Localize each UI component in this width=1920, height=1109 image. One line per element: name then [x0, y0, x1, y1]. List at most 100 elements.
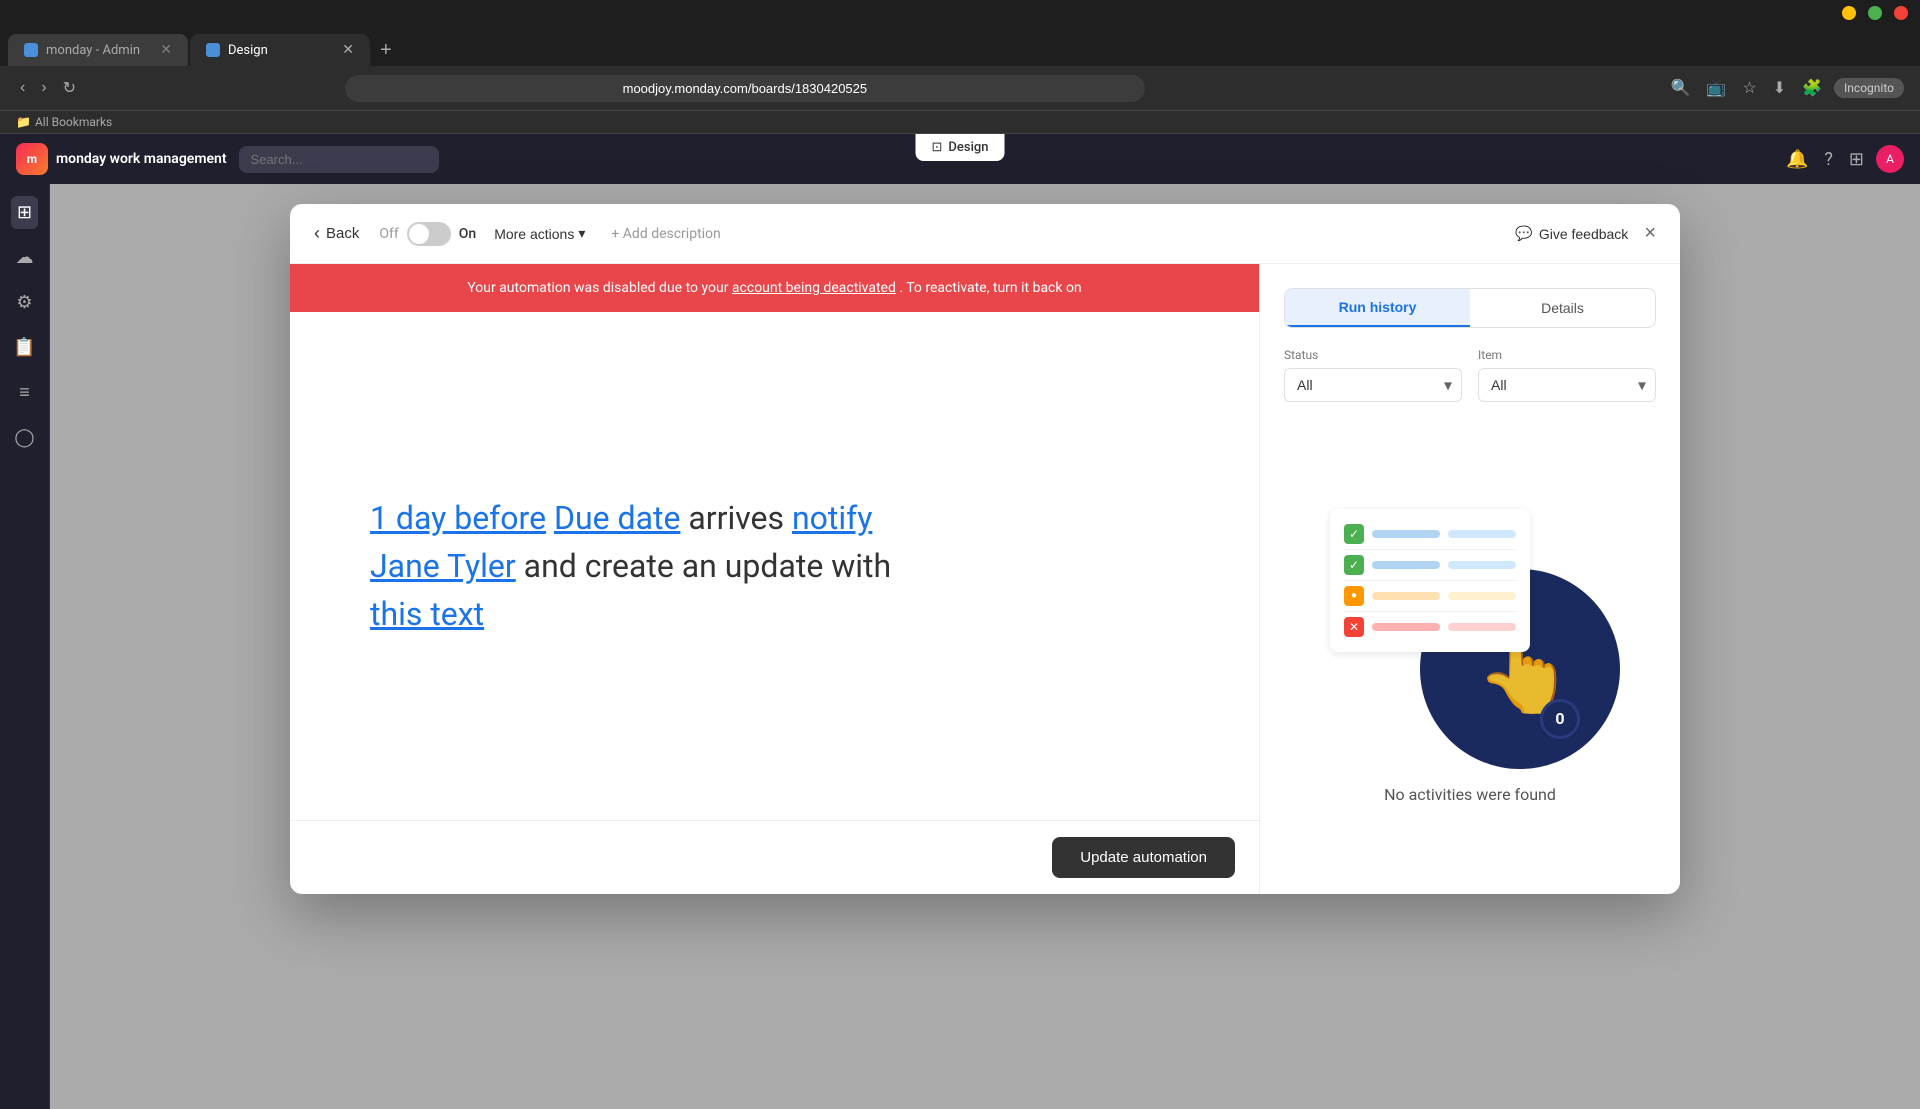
toggle-off-label: Off [379, 226, 398, 242]
apps-icon[interactable]: ⊞ [1845, 145, 1868, 174]
tab-admin-label: monday - Admin [46, 43, 140, 58]
modal-header: ‹ Back Off On More actions ▾ + [290, 204, 1680, 264]
list-bar-8 [1448, 623, 1516, 631]
bookmarks-folder-icon: 📁 [16, 115, 31, 129]
zero-badge: 0 [1540, 699, 1580, 739]
help-icon[interactable]: ? [1820, 145, 1837, 174]
url-input[interactable] [345, 75, 1145, 102]
item-label: Item [1478, 348, 1656, 362]
star-icon-2: ✦ [1607, 609, 1615, 620]
tab-admin[interactable]: monday - Admin ✕ [8, 34, 188, 66]
no-activities-label: No activities were found [1384, 785, 1556, 804]
toggle-knob [409, 224, 429, 244]
toggle-on-label: On [459, 226, 476, 242]
list-bar-2 [1448, 530, 1516, 538]
status-select-wrapper: All [1284, 368, 1462, 402]
forward-nav-button[interactable]: › [37, 75, 50, 101]
back-nav-button[interactable]: ‹ [16, 75, 29, 101]
star-icon-3: ✦ [1440, 735, 1450, 749]
sidebar-settings-icon[interactable]: ⚙ [10, 286, 38, 319]
tab-design-close[interactable]: ✕ [342, 42, 354, 58]
tab-details[interactable]: Details [1470, 289, 1655, 327]
alert-link[interactable]: account being deactivated [732, 280, 896, 296]
list-bar-7 [1372, 623, 1440, 631]
download-icon[interactable]: ⬇ [1769, 74, 1790, 102]
sidebar-circle-icon[interactable]: ◯ [8, 421, 40, 454]
check-green-icon-2: ✓ [1344, 555, 1364, 575]
tab-design-label: Design [228, 43, 268, 58]
bookmark-icon[interactable]: ☆ [1738, 74, 1760, 102]
logo-icon: m [16, 143, 48, 175]
sidebar-board-icon[interactable]: 📋 [7, 331, 41, 364]
back-button[interactable]: ‹ Back [314, 223, 359, 244]
new-tab-button[interactable]: + [372, 35, 400, 66]
automation-part-2[interactable]: Due date [554, 499, 680, 537]
extensions-icon[interactable]: 🧩 [1798, 74, 1826, 102]
filters-row: Status All Item [1284, 348, 1656, 402]
more-actions-label: More actions [494, 226, 574, 242]
automation-modal: ‹ Back Off On More actions ▾ + [290, 204, 1680, 894]
sidebar-home-icon[interactable]: ⊞ [11, 196, 38, 229]
sidebar-list-icon[interactable]: ≡ [13, 376, 36, 409]
list-row-2: ✓ [1344, 550, 1516, 581]
check-orange-icon: ● [1344, 586, 1364, 606]
alert-message: Your automation was disabled due to your [467, 280, 728, 296]
minimize-button[interactable] [1842, 6, 1856, 20]
design-grid-icon: ⊡ [932, 140, 943, 155]
give-feedback-label: Give feedback [1539, 226, 1629, 242]
tab-design[interactable]: Design ✕ [190, 34, 370, 66]
alert-suffix: . To reactivate, turn it back on [899, 280, 1081, 296]
automation-part-7[interactable]: this text [370, 595, 484, 633]
item-filter-group: Item All [1478, 348, 1656, 402]
maximize-button[interactable] [1868, 6, 1882, 20]
modal-body: Your automation was disabled due to your… [290, 264, 1680, 894]
status-select[interactable]: All [1284, 368, 1462, 402]
list-bar-1 [1372, 530, 1440, 538]
update-automation-button[interactable]: Update automation [1052, 837, 1235, 878]
search-browser-icon[interactable]: 🔍 [1667, 74, 1695, 102]
avatar-icon[interactable]: A [1876, 145, 1904, 173]
app-search-input[interactable] [239, 146, 439, 173]
modal-overlay: ‹ Back Off On More actions ▾ + [50, 184, 1920, 1109]
add-description-button[interactable]: + Add description [611, 226, 720, 242]
toggle-switch[interactable] [407, 222, 451, 246]
automation-part-3: arrives [688, 499, 784, 537]
tab-design-icon [206, 43, 220, 57]
back-label: Back [326, 225, 359, 242]
list-row-1: ✓ [1344, 519, 1516, 550]
automation-part-5[interactable]: Jane Tyler [370, 547, 516, 585]
tab-admin-close[interactable]: ✕ [160, 42, 172, 58]
list-bar-3 [1372, 561, 1440, 569]
app-logo: m monday work management [16, 143, 227, 175]
feedback-icon: 💬 [1515, 225, 1532, 242]
tab-admin-icon [24, 43, 38, 57]
more-actions-button[interactable]: More actions ▾ [484, 219, 595, 248]
notification-icon[interactable]: 🔔 [1782, 145, 1812, 174]
list-row-3: ● [1344, 581, 1516, 612]
panel-tabs: Run history Details [1284, 288, 1656, 328]
back-arrow-icon: ‹ [314, 223, 320, 244]
alert-banner: Your automation was disabled due to your… [290, 264, 1259, 312]
main-content: ‹ Back Off On More actions ▾ + [50, 184, 1920, 1109]
automation-part-6: and create an update with [524, 547, 891, 585]
left-sidebar: ⊞ ☁ ⚙ 📋 ≡ ◯ [0, 184, 50, 1109]
give-feedback-button[interactable]: 💬 Give feedback [1515, 225, 1628, 242]
automation-part-1[interactable]: 1 day before [370, 499, 546, 537]
item-select[interactable]: All [1478, 368, 1656, 402]
list-bar-6 [1448, 592, 1516, 600]
empty-state: ✓ ✓ [1284, 422, 1656, 870]
automation-part-4[interactable]: notify [792, 499, 872, 537]
tab-run-history[interactable]: Run history [1285, 289, 1470, 327]
tab-bar: monday - Admin ✕ Design ✕ + [0, 26, 1920, 66]
status-label: Status [1284, 348, 1462, 362]
sidebar-cloud-icon[interactable]: ☁ [10, 241, 40, 274]
cast-icon[interactable]: 📺 [1702, 74, 1730, 102]
close-window-button[interactable] [1894, 6, 1908, 20]
star-icon-1: ✦ [1597, 579, 1610, 598]
address-bar: ‹ › ↻ 🔍 📺 ☆ ⬇ 🧩 Incognito [0, 66, 1920, 111]
item-select-wrapper: All [1478, 368, 1656, 402]
close-modal-button[interactable]: × [1644, 222, 1656, 245]
empty-illustration: ✓ ✓ [1320, 489, 1620, 769]
design-tab-text: Design [948, 140, 988, 155]
reload-button[interactable]: ↻ [59, 74, 80, 102]
